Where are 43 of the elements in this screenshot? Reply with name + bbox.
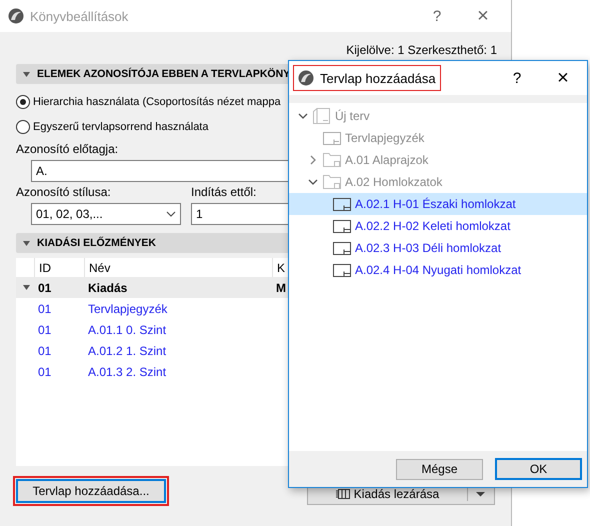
ok-button[interactable]: OK [495,458,582,480]
table-cell-text: 01 [37,280,52,296]
dropdown-value: 01, 02, 03,... [36,207,103,221]
add-sheet-button[interactable]: Tervlap hozzáadása... [16,479,166,503]
style-dropdown[interactable]: 01, 02, 03,... [31,203,181,225]
app-logo-icon [298,70,314,86]
collapse-triangle-icon [22,238,31,248]
table-cell-text: 01 [37,322,52,338]
sheet-icon [332,239,352,257]
field-label: Azonosító előtagja: [16,141,120,157]
app-logo-icon [8,8,24,24]
table-cell-text: A.01.2 1. Szint [87,342,168,360]
book-icon [336,488,350,500]
sheet-icon [332,261,352,279]
chevron-down-icon [166,211,176,217]
selection-info: Kijelölve: 1 Szerkeszthető: 1 [346,42,497,58]
table-cell-text: 01 [37,342,52,360]
section-title: ELEMEK AZONOSÍTÓJA EBBEN A TERVLAPKÖNY [37,68,290,80]
field-label: Azonosító stílusa: [16,184,112,200]
help-button[interactable]: ? [497,70,537,86]
close-button[interactable]: × [463,4,503,28]
table-cell-text: M [275,280,287,296]
table-cell-text: Kiadás [87,280,128,296]
table-cell-text: 01 [37,364,52,380]
section-title: KIADÁSI ELŐZMÉNYEK [37,237,156,249]
table-cell-text: 01 [37,300,52,318]
close-button[interactable]: × [543,66,583,90]
caret-icon [476,491,485,497]
book-icon [312,107,332,125]
collapse-triangle-icon [22,70,31,78]
sheet-icon [332,195,352,213]
folder-icon [322,173,342,191]
window-title: Könyvbeállítások [30,8,130,24]
table-cell-text: Tervlapjegyzék [87,300,168,318]
table-cell-text: A.01.1 0. Szint [87,322,168,338]
dialog-title: Tervlap hozzáadása [320,70,436,86]
cancel-button[interactable]: Mégse [396,458,483,480]
sheet-icon [322,129,342,147]
table-cell-text: A.01.3 2. Szint [87,364,168,380]
help-button[interactable]: ? [417,8,457,24]
folder-icon [322,151,342,169]
sheet-icon [332,217,352,235]
field-label: Indítás ettől: [191,184,258,200]
